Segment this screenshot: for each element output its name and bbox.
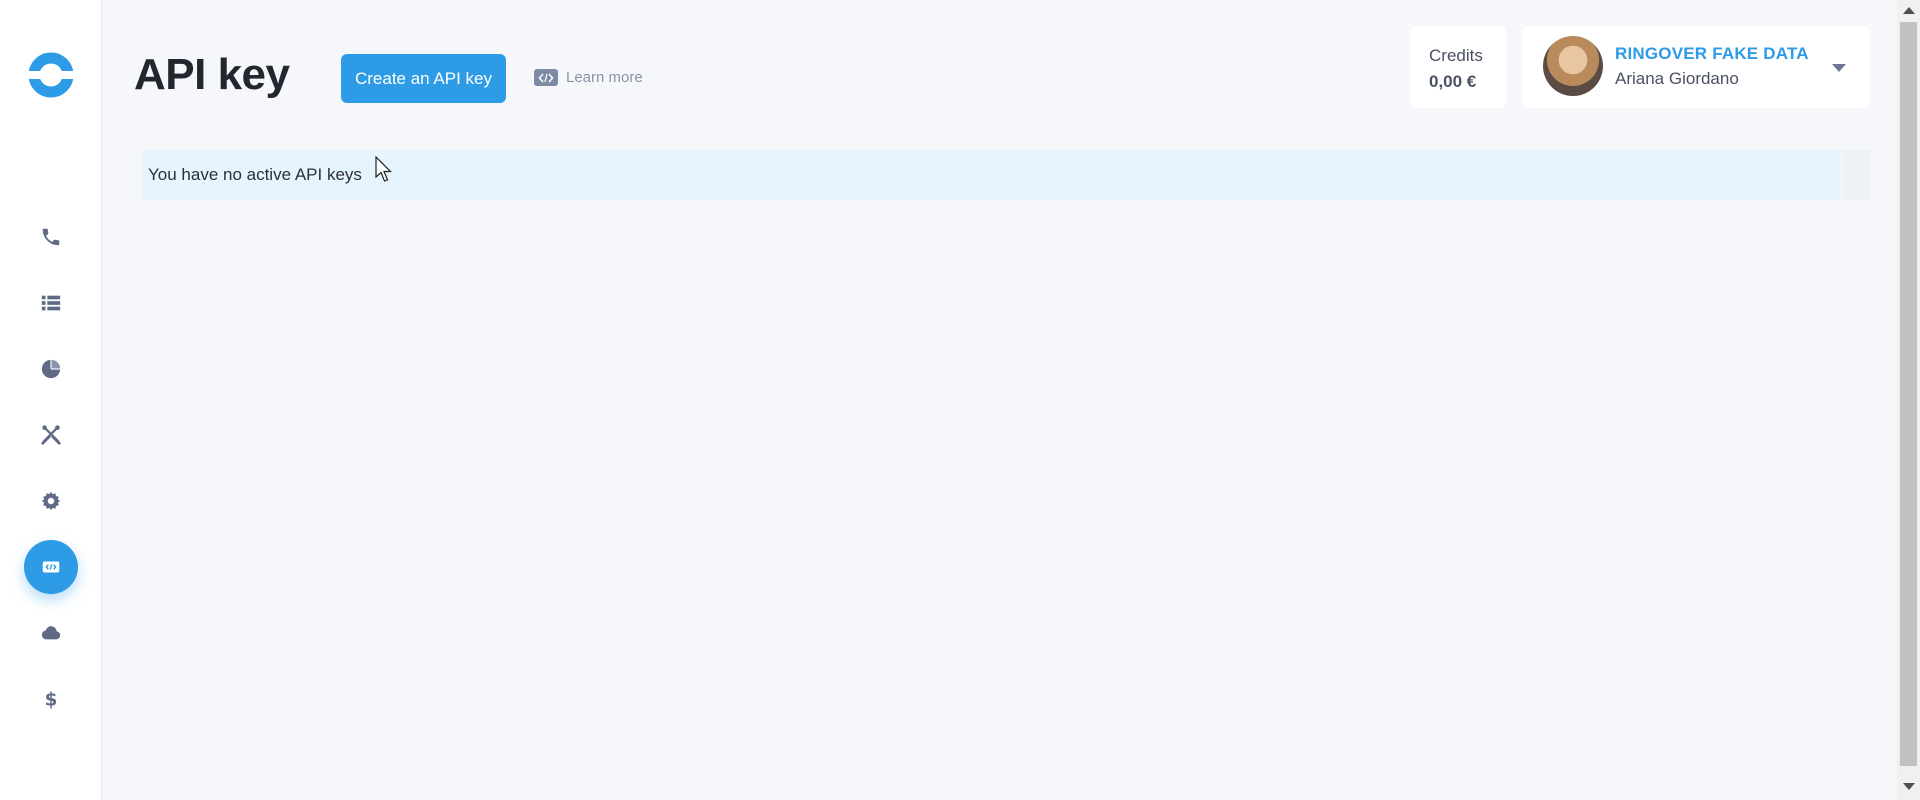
mouse-cursor-icon	[375, 156, 392, 182]
cloud-icon	[41, 626, 61, 640]
svg-text:$: $	[45, 689, 58, 710]
nav-billing[interactable]: $	[24, 672, 78, 726]
ringover-logo[interactable]	[28, 52, 74, 98]
user-name: Ariana Giordano	[1615, 69, 1739, 88]
code-icon	[42, 561, 60, 573]
nav-tools[interactable]	[24, 408, 78, 462]
credits-card: Credits 0,00 €	[1410, 26, 1506, 108]
learn-more-label: Learn more	[566, 69, 643, 86]
code-icon	[534, 69, 558, 86]
list-icon	[41, 295, 61, 311]
app-window: $ API key Create an API key Learn more C…	[0, 0, 1920, 800]
page-title: API key	[134, 50, 290, 99]
org-name: RINGOVER FAKE DATA	[1615, 44, 1809, 63]
scrollbar[interactable]	[1897, 0, 1920, 800]
create-api-key-button[interactable]: Create an API key	[341, 54, 506, 103]
sidebar: $	[0, 0, 102, 800]
dollar-icon: $	[45, 689, 58, 710]
nav-statistics[interactable]	[24, 342, 78, 396]
avatar	[1543, 36, 1603, 96]
user-menu[interactable]: RINGOVER FAKE DATA Ariana Giordano	[1522, 26, 1870, 108]
chevron-down-icon[interactable]	[1832, 64, 1846, 72]
learn-more-link[interactable]: Learn more	[534, 69, 643, 86]
gear-icon	[41, 491, 61, 511]
scroll-down-icon[interactable]	[1903, 783, 1915, 790]
nav-list[interactable]	[24, 276, 78, 330]
notice-text: You have no active API keys	[148, 165, 362, 184]
pie-chart-icon	[41, 359, 61, 379]
notice-side-panel	[1842, 150, 1870, 200]
phone-icon	[42, 228, 60, 246]
nav-cloud[interactable]	[24, 606, 78, 660]
scroll-up-icon[interactable]	[1903, 7, 1915, 14]
tools-icon	[41, 425, 61, 445]
credits-value: 0,00 €	[1429, 72, 1477, 91]
nav-api[interactable]	[24, 540, 78, 594]
nav-calls[interactable]	[24, 210, 78, 264]
credits-label: Credits	[1429, 46, 1483, 65]
no-api-keys-notice: You have no active API keys	[142, 150, 1841, 200]
nav-settings[interactable]	[24, 474, 78, 528]
scroll-thumb[interactable]	[1900, 22, 1917, 766]
